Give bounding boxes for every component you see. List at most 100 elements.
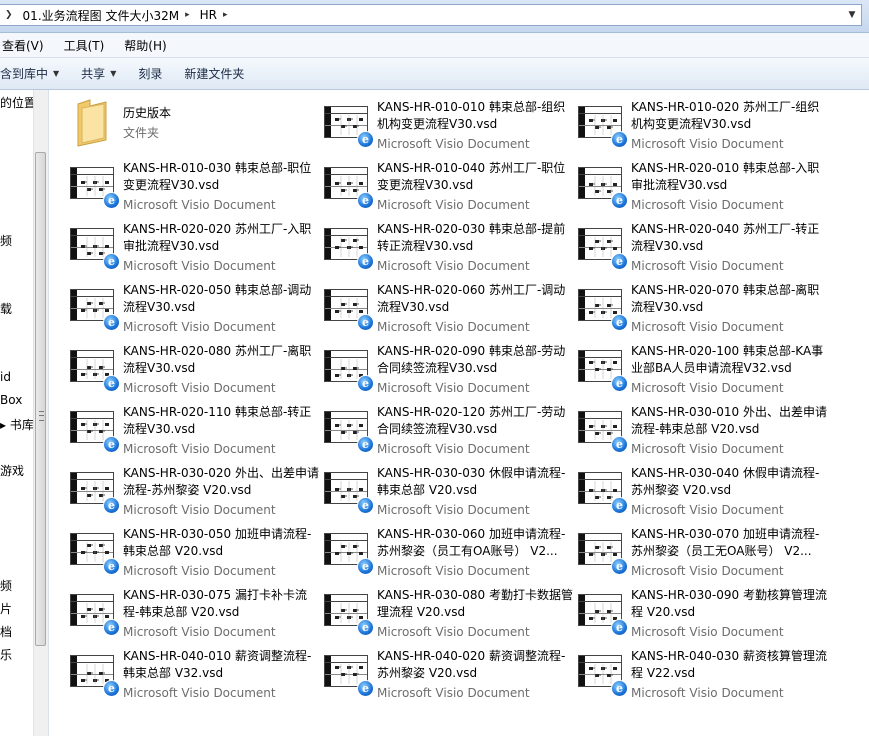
nav-item-music[interactable]: 乐 (0, 646, 12, 663)
address-box[interactable]: ❯ 01.业务流程图 文件大小32M ▸ HR ▸ ▼ (0, 4, 862, 26)
visio-app-icon: e (103, 680, 120, 697)
nav-item-downloads[interactable]: 载 (0, 300, 12, 317)
file-item[interactable]: e KANS-HR-020-030 韩束总部-提前转正流程V30.vsd Micro… (318, 218, 568, 276)
file-name: KANS-HR-020-100 韩束总部-KA事业部BA人员申请流程V32.vs… (631, 344, 824, 375)
file-item[interactable]: e KANS-HR-030-050 加班申请流程-韩束总部 V20.vsd Micr… (64, 523, 314, 581)
file-name: KANS-HR-010-040 苏州工厂-职位变更流程V30.vsd (377, 161, 566, 192)
file-name: KANS-HR-020-050 韩束总部-调动流程V30.vsd (123, 283, 312, 314)
visio-app-icon: e (357, 558, 374, 575)
file-item[interactable]: e KANS-HR-020-040 苏州工厂-转正流程V30.vsd Microso… (572, 218, 822, 276)
breadcrumb-chevron-icon[interactable]: ▸ (185, 10, 190, 20)
visio-app-icon: e (611, 619, 628, 636)
file-item[interactable]: e KANS-HR-020-020 苏州工厂-入职审批流程V30.vsd Micro… (64, 218, 314, 276)
file-type: Microsoft Visio Document (377, 320, 530, 334)
breadcrumb-current-folder[interactable]: HR (200, 8, 217, 22)
share-button[interactable]: 共享 ▼ (81, 65, 116, 82)
grip-icon (39, 411, 44, 421)
visio-thumbnail: e (578, 411, 628, 455)
file-item[interactable]: e KANS-HR-040-030 薪资核算管理流程 V22.vsd Microso… (572, 645, 827, 703)
file-item[interactable]: e KANS-HR-020-050 韩束总部-调动流程V30.vsd Microso… (64, 279, 314, 337)
file-item[interactable]: e KANS-HR-020-090 韩束总部-劳动合同续签流程V30.vsd Mic… (318, 340, 568, 398)
file-item[interactable]: e KANS-HR-040-020 薪资调整流程-苏州黎姿 V20.vsd Micr… (318, 645, 568, 703)
nav-expand-icon[interactable]: ▸ (0, 418, 6, 432)
menu-view[interactable]: 查看(V) (0, 35, 46, 56)
menu-help[interactable]: 帮助(H) (122, 35, 168, 56)
nav-item-box[interactable]: Box (0, 393, 22, 407)
file-item[interactable]: e KANS-HR-030-010 外出、出差申请流程-韩束总部 V20.vsd M… (572, 401, 827, 459)
file-item[interactable]: e KANS-HR-030-060 加班申请流程-苏州黎姿（员工有OA账号） V2… (318, 523, 568, 581)
nav-item-documents[interactable]: 档 (0, 623, 12, 640)
file-type: Microsoft Visio Document (123, 625, 276, 639)
visio-app-icon: e (357, 131, 374, 148)
nav-item-libraries-label: 书库 (9, 418, 34, 432)
nav-scrollbar-thumb[interactable] (35, 152, 46, 646)
file-item[interactable]: e KANS-HR-030-030 休假申请流程-韩束总部 V20.vsd Micr… (318, 462, 568, 520)
file-type: Microsoft Visio Document (631, 320, 784, 334)
file-name: KANS-HR-040-010 薪资调整流程-韩束总部 V32.vsd (123, 649, 312, 680)
file-name: KANS-HR-030-060 加班申请流程-苏州黎姿（员工有OA账号） V2.… (377, 527, 566, 558)
file-item[interactable]: e KANS-HR-020-100 韩束总部-KA事业部BA人员申请流程V32.v… (572, 340, 823, 398)
file-item[interactable]: e KANS-HR-020-120 苏州工厂-劳动合同续签流程V30.vsd Mic… (318, 401, 568, 459)
address-dropdown-icon[interactable]: ▼ (845, 7, 859, 23)
visio-app-icon: e (357, 192, 374, 209)
visio-app-icon: e (357, 680, 374, 697)
menu-tools[interactable]: 工具(T) (62, 35, 107, 56)
file-item[interactable]: e KANS-HR-020-010 韩束总部-入职审批流程V30.vsd Micro… (572, 157, 822, 215)
visio-app-icon: e (357, 253, 374, 270)
file-name: KANS-HR-020-060 苏州工厂-调动流程V30.vsd (377, 283, 566, 314)
file-name: KANS-HR-030-075 漏打卡补卡流程-韩束总部 V20.vsd (123, 588, 307, 619)
visio-thumbnail: e (324, 594, 374, 638)
nav-scrollbar[interactable] (33, 90, 48, 736)
nav-item-libraries[interactable]: ▸ 书库 (0, 416, 34, 433)
file-type: 文件夹 (123, 126, 160, 140)
file-item[interactable]: e KANS-HR-020-110 韩束总部-转正流程V30.vsd Microso… (64, 401, 314, 459)
file-name: KANS-HR-030-080 考勤打卡数据管理流程 V20.vsd (377, 588, 573, 619)
breadcrumb-chevron-icon[interactable]: ▸ (223, 10, 228, 20)
visio-thumbnail: e (324, 289, 374, 333)
visio-thumbnail: e (578, 289, 628, 333)
file-item[interactable]: e KANS-HR-010-010 韩束总部-组织机构变更流程V30.vsd Mic… (318, 96, 568, 154)
visio-thumbnail: e (70, 472, 120, 516)
new-folder-button[interactable]: 新建文件夹 (184, 65, 244, 82)
file-type: Microsoft Visio Document (123, 259, 276, 273)
file-name: KANS-HR-030-010 外出、出差申请流程-韩束总部 V20.vsd (631, 405, 827, 436)
file-item[interactable]: e KANS-HR-010-030 韩束总部-职位变更流程V30.vsd Micro… (64, 157, 314, 215)
visio-thumbnail: e (578, 533, 628, 577)
folder-icon (74, 98, 110, 148)
nav-item-pictures[interactable]: 片 (0, 600, 12, 617)
visio-app-icon: e (357, 619, 374, 636)
file-item[interactable]: e KANS-HR-020-070 韩束总部-离职流程V30.vsd Microso… (572, 279, 822, 337)
visio-thumbnail: e (70, 167, 120, 211)
nav-item-videos[interactable]: 频 (0, 232, 12, 249)
breadcrumb-folder[interactable]: 01.业务流程图 文件大小32M (23, 7, 180, 24)
breadcrumb-chevron-icon[interactable]: ❯ (5, 10, 13, 20)
file-type: Microsoft Visio Document (123, 442, 276, 456)
file-item[interactable]: e KANS-HR-030-075 漏打卡补卡流程-韩束总部 V20.vsd Mic… (64, 584, 314, 642)
visio-app-icon: e (611, 192, 628, 209)
burn-button[interactable]: 刻录 (138, 65, 162, 82)
file-name: KANS-HR-030-040 休假申请流程-苏州黎姿 V20.vsd (631, 466, 820, 497)
visio-app-icon: e (611, 253, 628, 270)
file-item[interactable]: e KANS-HR-020-080 苏州工厂-离职流程V30.vsd Microso… (64, 340, 314, 398)
nav-item-videos-2[interactable]: 频 (0, 577, 12, 594)
nav-item-id[interactable]: id (0, 370, 11, 384)
nav-item-locations[interactable]: 的位置 (0, 94, 36, 111)
file-item[interactable]: e KANS-HR-040-010 薪资调整流程-韩束总部 V32.vsd Micr… (64, 645, 314, 703)
include-in-library-button[interactable]: 含到库中 ▼ (0, 65, 59, 82)
chevron-down-icon: ▼ (53, 69, 60, 78)
folder-item[interactable]: 历史版本 文件夹 (64, 96, 314, 154)
file-item[interactable]: e KANS-HR-010-020 苏州工厂-组织机构变更流程V30.vsd Mic… (572, 96, 822, 154)
visio-thumbnail: e (578, 350, 628, 394)
file-item[interactable]: e KANS-HR-010-040 苏州工厂-职位变更流程V30.vsd Micro… (318, 157, 568, 215)
file-item[interactable]: e KANS-HR-030-090 考勤核算管理流程 V20.vsd Microso… (572, 584, 827, 642)
nav-item-games[interactable]: 游戏 (0, 462, 24, 479)
visio-app-icon: e (103, 375, 120, 392)
file-item[interactable]: e KANS-HR-020-060 苏州工厂-调动流程V30.vsd Microso… (318, 279, 568, 337)
file-type: Microsoft Visio Document (123, 564, 276, 578)
file-item[interactable]: e KANS-HR-030-040 休假申请流程-苏州黎姿 V20.vsd Micr… (572, 462, 822, 520)
file-item[interactable]: e KANS-HR-030-080 考勤打卡数据管理流程 V20.vsd Micro… (318, 584, 573, 642)
file-item[interactable]: e KANS-HR-030-070 加班申请流程-苏州黎姿（员工无OA账号） V2… (572, 523, 822, 581)
file-item[interactable]: e KANS-HR-030-020 外出、出差申请流程-苏州黎姿 V20.vsd M… (64, 462, 319, 520)
visio-app-icon: e (611, 497, 628, 514)
file-type: Microsoft Visio Document (377, 686, 530, 700)
